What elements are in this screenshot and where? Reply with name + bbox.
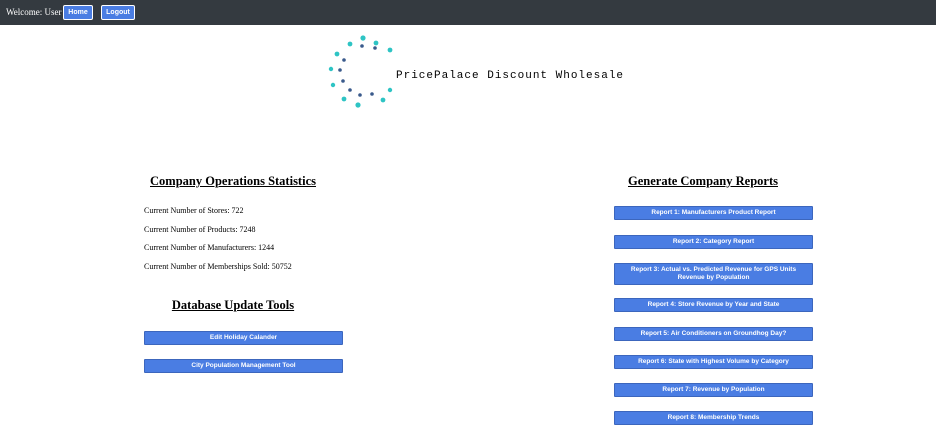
report-5-button[interactable]: Report 5: Air Conditioners on Groundhog …: [614, 327, 813, 341]
stat-memberships: Current Number of Memberships Sold: 5075…: [144, 262, 292, 271]
report-4-button[interactable]: Report 4: Store Revenue by Year and Stat…: [614, 298, 813, 312]
home-button[interactable]: Home: [63, 5, 93, 20]
stat-products: Current Number of Products: 7248: [144, 225, 256, 234]
report-1-button[interactable]: Report 1: Manufacturers Product Report: [614, 206, 813, 220]
stat-stores: Current Number of Stores: 722: [144, 206, 244, 215]
logout-button[interactable]: Logout: [101, 5, 135, 20]
edit-holiday-button[interactable]: Edit Holiday Calander: [144, 331, 343, 345]
stat-manufacturers: Current Number of Manufacturers: 1244: [144, 243, 275, 252]
city-population-button[interactable]: City Population Management Tool: [144, 359, 343, 373]
report-2-button[interactable]: Report 2: Category Report: [614, 235, 813, 249]
tools-heading: Database Update Tools: [171, 298, 295, 312]
report-7-button[interactable]: Report 7: Revenue by Population: [614, 383, 813, 397]
reports-heading: Generate Company Reports: [628, 174, 778, 188]
report-8-button[interactable]: Report 8: Membership Trends: [614, 411, 813, 425]
welcome-text: Welcome: User: [6, 7, 62, 17]
brand-name: PricePalace Discount Wholesale: [396, 70, 625, 82]
stats-heading: Company Operations Statistics: [150, 174, 316, 188]
company-logo: [328, 35, 393, 108]
report-3-button[interactable]: Report 3: Actual vs. Predicted Revenue f…: [614, 263, 813, 285]
top-navbar: Welcome: User Home Logout: [0, 0, 936, 25]
report-6-button[interactable]: Report 6: State with Highest Volume by C…: [614, 355, 813, 369]
